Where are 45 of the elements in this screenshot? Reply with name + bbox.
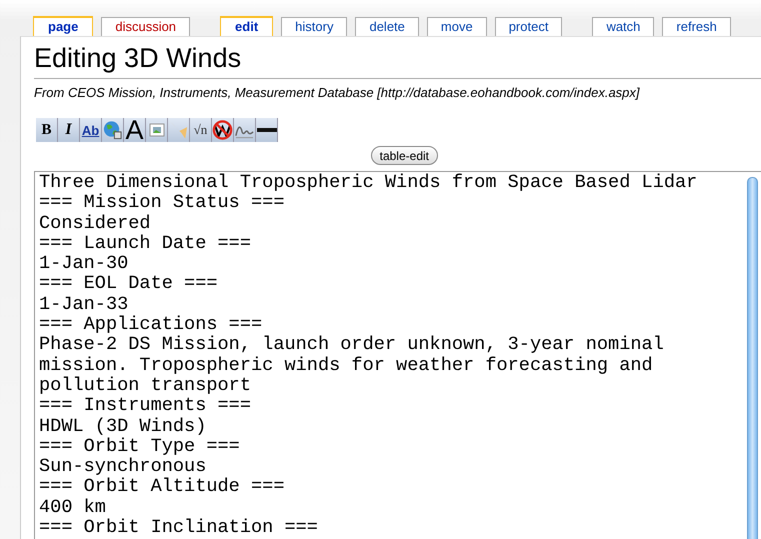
- editor-line: === Launch Date ===: [39, 234, 252, 254]
- editor-line: === Orbit Altitude ===: [39, 477, 286, 498]
- image-button[interactable]: [146, 118, 168, 142]
- editor-line: Three Dimensional Tropospheric Winds from Space Based Lidar: [39, 173, 698, 194]
- editor-line: Considered: [39, 214, 152, 234]
- tab[interactable]: watch: [592, 17, 654, 36]
- tab[interactable]: protect: [494, 17, 562, 36]
- editor-line: Phase-2 DS Mission, launch order unknown, 3-year nominal: [39, 335, 665, 356]
- signature-button[interactable]: [234, 118, 256, 142]
- editor-line: pollution transport: [39, 376, 252, 396]
- editor-line: HDWL (3D Winds): [39, 416, 208, 437]
- editor-line: === Applications ===: [39, 315, 264, 336]
- editor-line: Sun-synchronous: [39, 457, 208, 478]
- tab[interactable]: delete: [355, 17, 419, 36]
- editor-line: 1-Jan-30: [39, 254, 130, 274]
- tab[interactable]: refresh: [662, 17, 731, 36]
- math-button[interactable]: √n: [190, 118, 212, 142]
- editor-line: === Instruments ===: [39, 396, 252, 417]
- bold-button[interactable]: B: [36, 118, 58, 142]
- table-edit-button[interactable]: table-edit: [370, 146, 438, 165]
- italic-button[interactable]: I: [58, 118, 80, 142]
- globe-button[interactable]: [102, 118, 124, 142]
- nowiki-button[interactable]: [212, 118, 234, 142]
- editor-line: === Orbit Inclination ===: [39, 518, 319, 538]
- editor-line: mission. Tropospheric winds for weather forecasting and: [39, 356, 654, 376]
- tab[interactable]: discussion: [101, 17, 190, 36]
- editor-line: 1-Jan-33: [39, 294, 130, 316]
- image-icon: [148, 123, 164, 137]
- tab[interactable]: move: [426, 17, 487, 36]
- headline-button[interactable]: A: [124, 118, 146, 142]
- editor-field[interactable]: [34, 171, 761, 539]
- globe-icon: [102, 119, 123, 141]
- rule-button[interactable]: [256, 118, 278, 142]
- page-subtitle: From CEOS Mission, Instruments, Measurement Database [http://database.eohandbook.com/index.aspx]: [34, 85, 641, 100]
- tab[interactable]: page: [33, 16, 94, 36]
- editor-line: === EOL Date ===: [39, 274, 219, 295]
- tab[interactable]: history: [281, 17, 348, 36]
- no-w-icon: [212, 119, 233, 141]
- scrollbar-thumb[interactable]: [747, 177, 758, 539]
- page-title: Editing 3D Winds: [34, 41, 761, 79]
- editor-line: === Orbit Type ===: [39, 436, 241, 458]
- link-button[interactable]: Ab: [80, 118, 102, 142]
- tab[interactable]: edit: [220, 16, 274, 36]
- editor-line: 400 km: [39, 498, 107, 518]
- editor-line: === Mission Status ===: [39, 193, 286, 214]
